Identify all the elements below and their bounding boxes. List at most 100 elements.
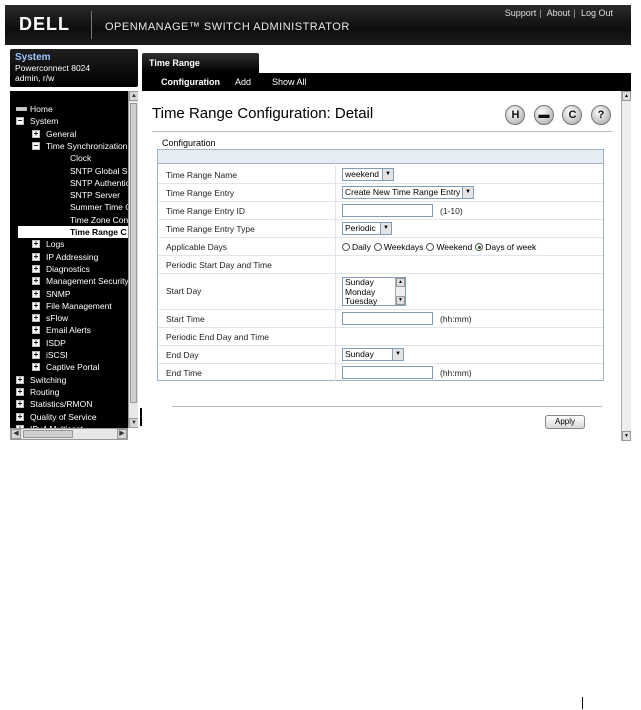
navigation-tree: Home − System + General − Time Synchronization…: [10, 91, 138, 428]
label-time-range-entry-id: Time Range Entry ID: [166, 206, 246, 216]
radio-weekdays[interactable]: Weekdays: [373, 242, 423, 252]
scroll-down-icon[interactable]: ▼: [129, 418, 138, 428]
time-range-entry-select[interactable]: Create New Time Range Entry ▼: [342, 186, 474, 199]
collapse-icon[interactable]: −: [16, 117, 24, 126]
expand-icon[interactable]: +: [32, 240, 40, 249]
tree-item[interactable]: SNMP: [46, 288, 71, 300]
tree-item[interactable]: ISDP: [46, 337, 66, 349]
tree-item[interactable]: Logs: [46, 238, 64, 250]
tab-time-range-configuration[interactable]: Time Range Configuration: [142, 53, 259, 88]
tree-item[interactable]: General: [46, 128, 76, 140]
tree-vertical-scrollbar[interactable]: ▲ ▼: [128, 91, 138, 428]
tree-item[interactable]: Management Security: [46, 275, 129, 287]
tree-item[interactable]: Clock: [70, 152, 91, 164]
tree-item[interactable]: IP Addressing: [46, 251, 98, 263]
chevron-up-icon[interactable]: ▲: [622, 91, 631, 101]
tree-item[interactable]: Switching: [30, 374, 66, 386]
time-range-entry-type-value: Periodic: [345, 223, 376, 233]
tree-item[interactable]: Quality of Service: [30, 411, 97, 423]
expand-icon[interactable]: +: [32, 289, 40, 298]
expand-icon[interactable]: +: [32, 338, 40, 347]
print-icon[interactable]: ▬: [533, 105, 554, 125]
expand-icon[interactable]: +: [32, 301, 40, 310]
end-time-input[interactable]: [342, 366, 433, 379]
radio-days-of-week[interactable]: Days of week: [475, 242, 536, 252]
system-title[interactable]: System: [15, 52, 133, 63]
tree-item[interactable]: Email Alerts: [46, 324, 91, 336]
expand-icon[interactable]: +: [32, 129, 40, 138]
scroll-left-icon[interactable]: ◀: [11, 429, 21, 439]
tree-item[interactable]: SNTP Global Se: [70, 165, 132, 177]
expand-icon[interactable]: +: [32, 252, 40, 261]
expand-icon[interactable]: +: [16, 400, 24, 409]
toolbar: H ▬ C ?: [499, 105, 611, 125]
subnav-show-all[interactable]: Show All: [272, 73, 307, 91]
expand-icon[interactable]: +: [16, 375, 24, 384]
tree-item[interactable]: Summer Time C: [70, 201, 131, 213]
help-icon[interactable]: ?: [591, 105, 611, 125]
radio-weekend[interactable]: Weekend: [426, 242, 472, 252]
tree-horizontal-scrollbar[interactable]: ◀ ▶: [10, 428, 128, 440]
app-title: OPENMANAGE™ SWITCH ADMINISTRATOR: [105, 21, 350, 33]
radio-button[interactable]: [426, 243, 435, 251]
time-range-name-select[interactable]: weekend ▼: [342, 168, 394, 181]
refresh-icon[interactable]: C: [562, 105, 583, 125]
radio-button[interactable]: [373, 243, 382, 251]
chevron-down-icon[interactable]: ▼: [396, 296, 405, 305]
tree-item[interactable]: Time Range C: [18, 226, 129, 238]
subnav-add[interactable]: Add: [235, 73, 251, 91]
scroll-right-icon[interactable]: ▶: [117, 429, 127, 439]
row-periodic-end: Periodic End Day and Time: [158, 328, 603, 346]
expand-icon[interactable]: +: [32, 351, 40, 359]
top-links: Support | About | Log Out: [504, 8, 613, 18]
tree-item[interactable]: Statistics/RMON: [30, 398, 92, 410]
row-time-range-entry: Time Range Entry Create New Time Range E…: [158, 184, 603, 202]
expand-icon[interactable]: +: [32, 363, 40, 372]
logout-link[interactable]: Log Out: [581, 8, 613, 18]
radio-button-selected[interactable]: [475, 243, 484, 251]
chevron-down-icon: ▼: [462, 187, 473, 198]
tree-item[interactable]: sFlow: [46, 312, 68, 324]
about-link[interactable]: About: [547, 8, 571, 18]
tree-item[interactable]: Captive Portal: [46, 361, 99, 373]
expand-icon[interactable]: +: [32, 326, 40, 335]
scroll-thumb[interactable]: [130, 103, 137, 403]
tree-item[interactable]: SNTP Authentica: [70, 177, 135, 189]
end-day-select[interactable]: Sunday ▼: [342, 348, 404, 361]
scroll-up-icon[interactable]: ▲: [129, 91, 138, 101]
tree-item[interactable]: File Management: [46, 300, 112, 312]
expand-icon[interactable]: +: [16, 387, 24, 396]
tree-item[interactable]: iSCSI: [46, 349, 68, 361]
tree-item[interactable]: SNTP Server: [70, 189, 120, 201]
tree-item[interactable]: System: [30, 115, 58, 127]
chevron-down-icon[interactable]: ▼: [622, 431, 631, 441]
save-icon[interactable]: H: [505, 105, 526, 125]
radio-button[interactable]: [342, 243, 350, 251]
tree-item[interactable]: Diagnostics: [46, 263, 90, 275]
listbox-scrollbar[interactable]: ▲ ▼: [395, 278, 405, 305]
expand-icon[interactable]: +: [16, 412, 24, 421]
subnav-configuration[interactable]: Configuration: [161, 73, 220, 91]
page-margin-line: [582, 697, 583, 709]
tree-item[interactable]: Home: [30, 103, 53, 115]
header-divider: [91, 11, 92, 39]
expand-icon[interactable]: +: [32, 277, 40, 286]
expand-icon[interactable]: +: [32, 264, 40, 273]
apply-button[interactable]: Apply: [545, 415, 585, 429]
hscroll-thumb[interactable]: [23, 430, 73, 438]
expand-icon[interactable]: +: [32, 314, 40, 323]
chevron-up-icon[interactable]: ▲: [396, 278, 405, 287]
collapse-icon[interactable]: −: [32, 141, 40, 150]
start-day-listbox[interactable]: Sunday Monday Tuesday ▲ ▼: [342, 277, 406, 306]
support-link[interactable]: Support: [505, 8, 537, 18]
tree-item[interactable]: Routing: [30, 386, 59, 398]
radio-daily[interactable]: Daily: [342, 242, 371, 252]
tree-item[interactable]: Time Synchronization: [46, 140, 127, 152]
time-range-entry-type-select[interactable]: Periodic ▼: [342, 222, 392, 235]
row-time-range-entry-type: Time Range Entry Type Periodic ▼: [158, 220, 603, 238]
start-time-input[interactable]: [342, 312, 433, 325]
content-scrollbar[interactable]: ▲ ▼: [621, 91, 631, 441]
time-range-entry-id-input[interactable]: [342, 204, 433, 217]
tree-item[interactable]: Time Zone Confi: [70, 214, 133, 226]
row-start-time: Start Time (hh:mm): [158, 310, 603, 328]
